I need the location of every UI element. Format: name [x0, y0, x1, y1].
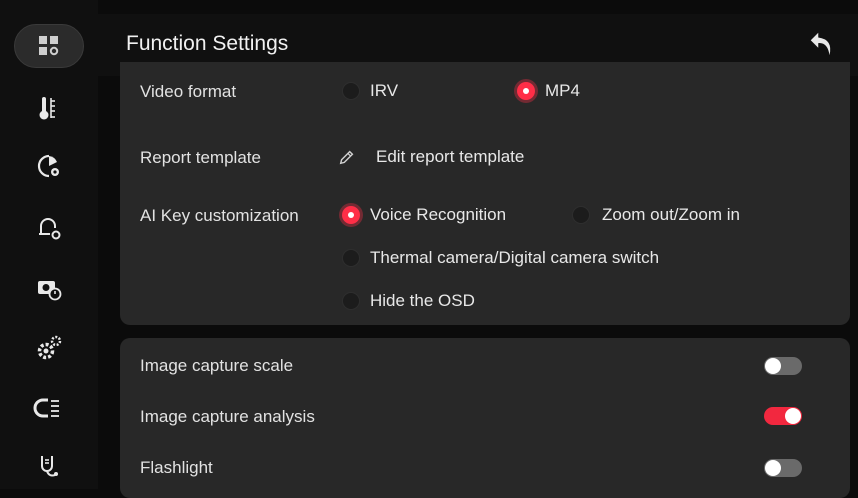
sidebar-item-alarm[interactable] — [14, 206, 84, 250]
sidebar-item-temperature[interactable] — [14, 86, 84, 130]
video-format-option-irv[interactable]: IRV — [342, 81, 398, 101]
sidebar-item-analysis[interactable] — [14, 386, 84, 430]
settings-content: Video format IRV MP4 Report template Edi… — [98, 62, 858, 498]
ai-key-option-hide-osd[interactable]: Hide the OSD — [342, 291, 475, 311]
radio-button[interactable] — [517, 82, 535, 100]
settings-grid-icon — [39, 36, 59, 56]
settings-card-options: Video format IRV MP4 Report template Edi… — [120, 62, 850, 325]
radio-button[interactable] — [342, 292, 360, 310]
toggle-knob — [785, 408, 801, 424]
camera-timer-icon — [38, 281, 62, 301]
sidebar — [0, 0, 98, 489]
sidebar-item-capture[interactable] — [14, 266, 84, 310]
sidebar-item-function-settings[interactable] — [14, 24, 84, 68]
ai-key-option-zoom[interactable]: Zoom out/Zoom in — [572, 205, 740, 225]
alarm-settings-icon — [39, 218, 61, 240]
option-label: MP4 — [545, 81, 580, 100]
image-analysis-icon — [33, 398, 59, 418]
radio-button[interactable] — [342, 82, 360, 100]
option-label: Voice Recognition — [370, 205, 507, 224]
report-template-label: Report template — [140, 148, 261, 167]
thermometer-icon — [39, 97, 55, 120]
image-capture-analysis-toggle[interactable] — [764, 407, 802, 425]
gears-icon — [37, 335, 62, 360]
image-capture-scale-label: Image capture scale — [140, 356, 294, 375]
toggle-knob — [765, 358, 781, 374]
back-button[interactable] — [804, 26, 840, 62]
video-format-option-mp4[interactable]: MP4 — [517, 81, 580, 101]
ai-key-option-camera-switch[interactable]: Thermal camera/Digital camera switch — [342, 248, 659, 268]
option-label: IRV — [370, 81, 399, 100]
option-label: Hide the OSD — [370, 291, 475, 310]
sidebar-item-palette[interactable] — [14, 144, 84, 188]
ai-key-option-voice-recognition[interactable]: Voice Recognition — [342, 205, 506, 225]
image-capture-scale-toggle[interactable] — [764, 357, 802, 375]
option-label: Zoom out/Zoom in — [602, 205, 740, 224]
image-capture-analysis-label: Image capture analysis — [140, 407, 315, 426]
flashlight-label: Flashlight — [140, 458, 213, 477]
palette-settings-icon — [37, 154, 59, 178]
back-arrow-icon — [810, 32, 831, 56]
pencil-icon — [339, 150, 354, 165]
radio-button[interactable] — [342, 206, 360, 224]
radio-button[interactable] — [342, 249, 360, 267]
sidebar-item-system[interactable] — [14, 326, 84, 370]
stethoscope-icon — [41, 456, 58, 477]
sidebar-item-medical[interactable] — [14, 444, 84, 488]
radio-button[interactable] — [572, 206, 590, 224]
flashlight-toggle[interactable] — [764, 459, 802, 477]
option-label: Thermal camera/Digital camera switch — [370, 248, 660, 267]
settings-card-toggles: Image capture scale Image capture analys… — [120, 338, 850, 498]
edit-report-template-button[interactable]: Edit report template — [338, 147, 524, 167]
video-format-label: Video format — [140, 82, 237, 101]
edit-report-template-label: Edit report template — [376, 147, 525, 166]
page-title: Function Settings — [126, 32, 289, 55]
ai-key-label: AI Key customization — [140, 206, 299, 225]
toggle-knob — [765, 460, 781, 476]
